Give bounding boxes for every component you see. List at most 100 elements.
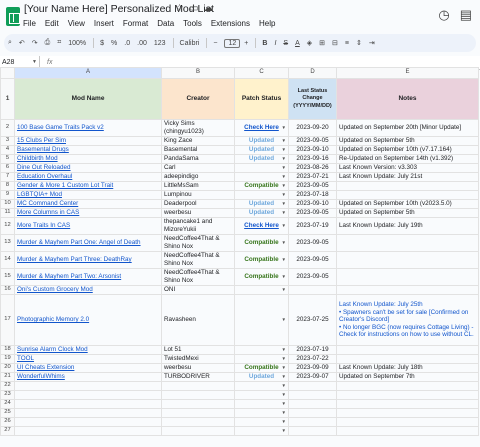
creator-cell[interactable]: PandaSama xyxy=(161,154,235,164)
row-number[interactable]: 5 xyxy=(0,154,15,164)
strikethrough-button[interactable]: S xyxy=(283,40,288,47)
empty-cell[interactable] xyxy=(161,417,235,427)
dropdown-arrow-icon[interactable]: ▼ xyxy=(282,383,286,390)
empty-cell[interactable] xyxy=(14,381,162,391)
dropdown-arrow-icon[interactable]: ▼ xyxy=(282,410,286,417)
sheets-logo-icon[interactable] xyxy=(6,7,20,26)
date-cell[interactable]: 2023-09-05 xyxy=(288,136,337,146)
column-header-b[interactable]: B xyxy=(161,67,235,79)
date-cell[interactable]: 2023-07-21 xyxy=(288,172,337,182)
dropdown-arrow-icon[interactable]: ▼ xyxy=(282,239,286,247)
notes-cell[interactable]: Last Known Update: July 19th xyxy=(336,217,479,235)
header-patch-status[interactable]: Patch Status xyxy=(234,78,289,120)
notes-cell[interactable]: Last Known Update: July 21st xyxy=(336,172,479,182)
menu-format[interactable]: Format xyxy=(123,19,148,28)
patch-status-cell[interactable]: Updated ▼ xyxy=(234,199,289,209)
empty-cell[interactable] xyxy=(336,381,479,391)
row-number[interactable]: 9 xyxy=(0,190,15,200)
menu-help[interactable]: Help xyxy=(259,19,275,28)
mod-link[interactable]: Education Overhaul xyxy=(17,174,72,181)
patch-status-cell[interactable]: Updated ▼ xyxy=(234,154,289,164)
row-number[interactable]: 18 xyxy=(0,345,15,355)
mod-name-cell[interactable]: Murder & Mayhem Part Two: Arsonist xyxy=(14,268,162,286)
mod-link[interactable]: Basemental Drugs xyxy=(17,147,69,154)
mod-link[interactable]: WonderfulWhims xyxy=(17,374,65,381)
date-cell[interactable]: 2023-09-10 xyxy=(288,199,337,209)
menu-tools[interactable]: Tools xyxy=(183,19,202,28)
patch-status-cell[interactable]: Compatible ▼ xyxy=(234,234,289,252)
row-number[interactable]: 12 xyxy=(0,217,15,235)
date-cell[interactable]: 2023-09-09 xyxy=(288,363,337,373)
creator-cell[interactable]: weerbesu xyxy=(161,363,235,373)
creator-cell[interactable]: LittleMsSam xyxy=(161,181,235,191)
creator-cell[interactable]: NeedCoffee4That & Shino Nox xyxy=(161,251,235,269)
dropdown-arrow-icon[interactable]: ▼ xyxy=(282,201,286,208)
patch-status-cell[interactable]: ▼ xyxy=(234,190,289,200)
dropdown-arrow-icon[interactable]: ▼ xyxy=(282,138,286,145)
menu-edit[interactable]: Edit xyxy=(45,19,59,28)
row-number[interactable]: 6 xyxy=(0,163,15,173)
creator-cell[interactable]: ONI xyxy=(161,285,235,295)
empty-cell[interactable] xyxy=(288,390,337,400)
row-number[interactable]: 8 xyxy=(0,181,15,191)
patch-status-cell[interactable]: ▼ xyxy=(234,285,289,295)
date-cell[interactable]: 2023-09-16 xyxy=(288,154,337,164)
date-cell[interactable] xyxy=(288,285,337,295)
patch-status-cell[interactable]: ▼ xyxy=(234,163,289,173)
row-number[interactable]: 23 xyxy=(0,390,15,400)
patch-status-cell[interactable]: Updated ▼ xyxy=(234,136,289,146)
mod-name-cell[interactable]: TOOL xyxy=(14,354,162,364)
notes-cell[interactable]: Updated on September 5th xyxy=(336,208,479,218)
date-cell[interactable]: 2023-09-10 xyxy=(288,145,337,155)
mod-link[interactable]: Murder & Mayhem Part Three: DeathRay xyxy=(17,256,132,263)
empty-cell[interactable] xyxy=(14,426,162,436)
dropdown-arrow-icon[interactable]: ▼ xyxy=(282,183,286,190)
date-cell[interactable]: 2023-07-25 xyxy=(288,294,337,346)
notes-cell[interactable]: Last Known Version: v3.303 xyxy=(336,163,479,173)
row-number[interactable]: 4 xyxy=(0,145,15,155)
dropdown-arrow-icon[interactable]: ▼ xyxy=(282,147,286,154)
empty-cell[interactable]: ▼ xyxy=(234,426,289,436)
patch-status-cell[interactable]: Updated ▼ xyxy=(234,208,289,218)
column-header-e[interactable]: E xyxy=(336,67,479,79)
empty-cell[interactable]: ▼ xyxy=(234,399,289,409)
mod-link[interactable]: LGBTQIA+ Mod xyxy=(17,192,62,199)
mod-name-cell[interactable]: UI Cheats Extension xyxy=(14,363,162,373)
mod-name-cell[interactable]: More Traits In CAS xyxy=(14,217,162,235)
notes-cell[interactable] xyxy=(336,181,479,191)
history-icon[interactable]: ◷ xyxy=(438,7,449,23)
dropdown-arrow-icon[interactable]: ▼ xyxy=(282,192,286,199)
dropdown-arrow-icon[interactable]: ▼ xyxy=(282,365,286,372)
row-number[interactable]: 2 xyxy=(0,119,15,137)
mod-name-cell[interactable]: 15 Clubs Per Sim xyxy=(14,136,162,146)
notes-cell[interactable] xyxy=(336,251,479,269)
mod-link[interactable]: Sunrise Alarm Clock Mod xyxy=(17,347,88,354)
search-menus-icon[interactable]: ⌕ xyxy=(8,39,12,47)
notes-cell[interactable] xyxy=(336,345,479,355)
mod-link[interactable]: Childbirth Mod xyxy=(17,156,58,163)
number-format-button[interactable]: 123 xyxy=(154,40,166,47)
mod-name-cell[interactable]: Oni's Custom Grocery Mod xyxy=(14,285,162,295)
undo-icon[interactable]: ↶ xyxy=(19,39,25,47)
align-vertical-icon[interactable]: ⇕ xyxy=(356,39,362,47)
notes-cell[interactable]: Updated on September 5th xyxy=(336,136,479,146)
header-notes[interactable]: Notes xyxy=(336,78,479,120)
percent-format-button[interactable]: % xyxy=(111,40,117,47)
mod-name-cell[interactable]: More Columns in CAS xyxy=(14,208,162,218)
mod-name-cell[interactable]: Photographic Memory 2.0 xyxy=(14,294,162,346)
mod-name-cell[interactable]: WonderfulWhims xyxy=(14,372,162,382)
font-size-increase-button[interactable]: + xyxy=(244,40,248,47)
merge-cells-icon[interactable]: ⊟ xyxy=(332,39,338,47)
mod-name-cell[interactable]: Murder & Mayhem Part Three: DeathRay xyxy=(14,251,162,269)
mod-link[interactable]: UI Cheats Extension xyxy=(17,365,74,372)
mod-link[interactable]: Murder & Mayhem Part Two: Arsonist xyxy=(17,273,121,280)
patch-status-cell[interactable]: ▼ xyxy=(234,294,289,346)
dropdown-arrow-icon[interactable]: ▼ xyxy=(282,156,286,163)
empty-cell[interactable] xyxy=(288,399,337,409)
empty-cell[interactable] xyxy=(14,417,162,427)
patch-status-cell[interactable]: ▼ xyxy=(234,172,289,182)
creator-cell[interactable]: TwistedMexi xyxy=(161,354,235,364)
row-number[interactable]: 26 xyxy=(0,417,15,427)
row-number[interactable]: 20 xyxy=(0,363,15,373)
fill-color-icon[interactable]: ◈ xyxy=(307,39,312,47)
